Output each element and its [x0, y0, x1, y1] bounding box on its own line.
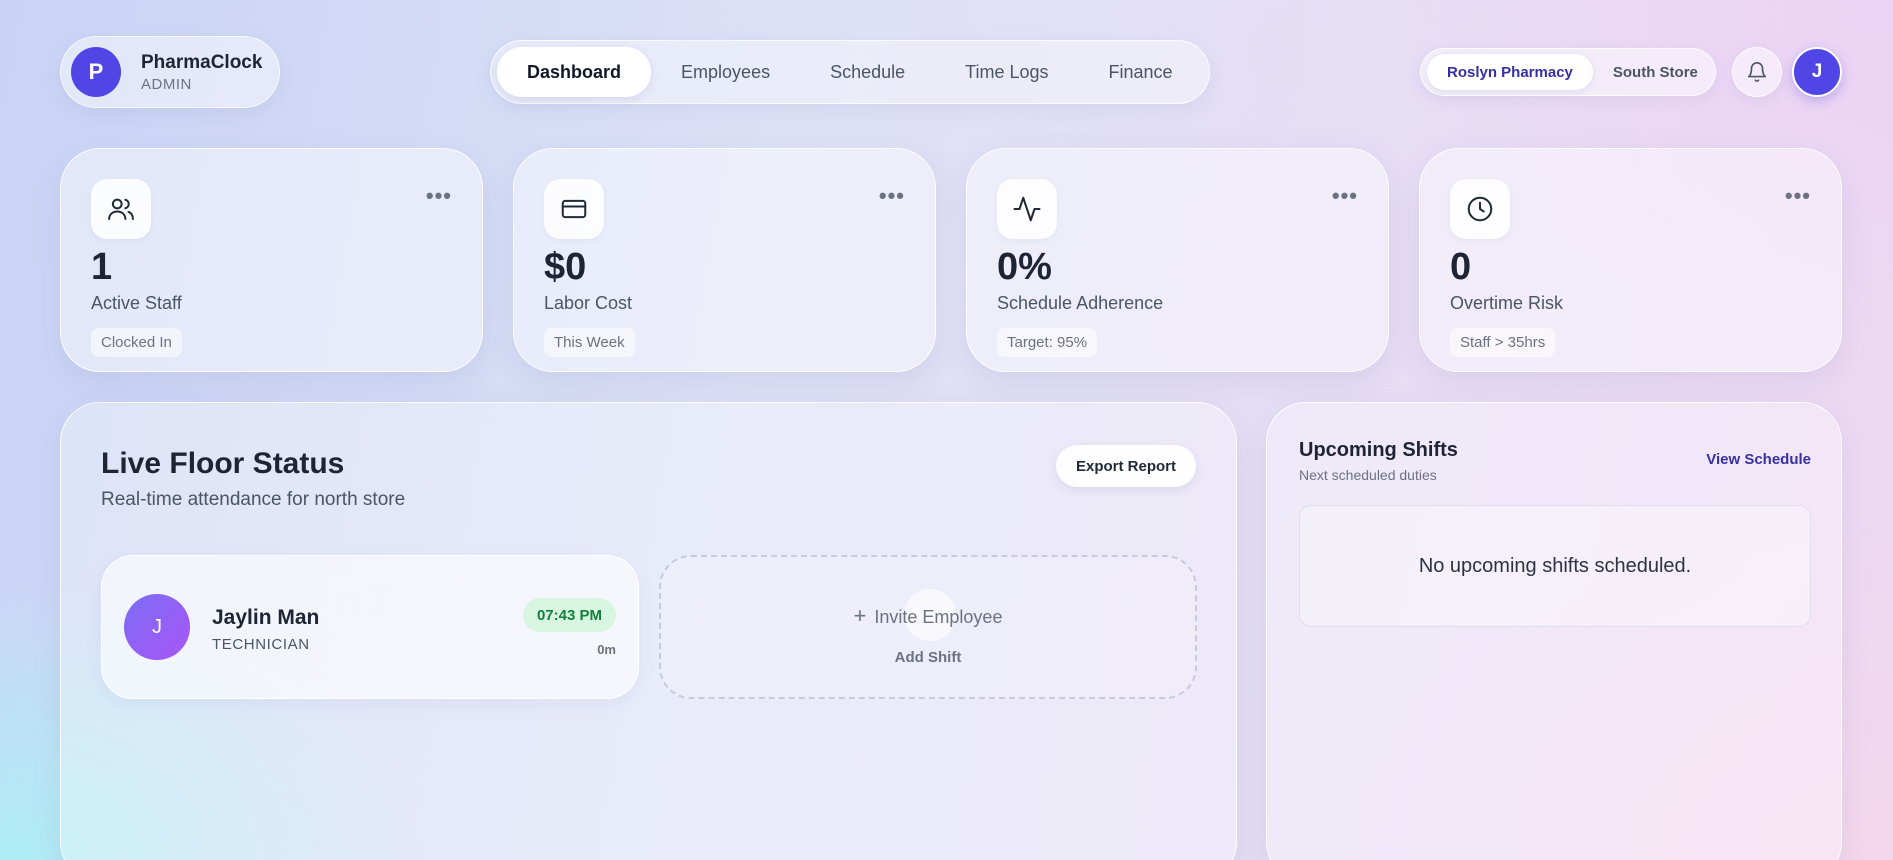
plus-icon: +: [853, 603, 867, 628]
more-options-icon[interactable]: •••: [879, 185, 905, 207]
nav-tab-finance[interactable]: Finance: [1079, 47, 1203, 97]
panel-title: Live Floor Status: [101, 447, 345, 480]
stat-card-labor-cost: ••• $0 Labor Cost This Week: [513, 148, 936, 372]
stat-value: $0: [544, 246, 587, 288]
view-schedule-link[interactable]: View Schedule: [1706, 451, 1811, 468]
stat-value: 0%: [997, 246, 1052, 288]
stat-card-overtime-risk: ••• 0 Overtime Risk Staff > 35hrs: [1419, 148, 1842, 372]
add-shift-label: Add Shift: [894, 649, 962, 666]
live-floor-panel: Live Floor Status Real-time attendance f…: [60, 402, 1237, 860]
invite-row: + Invite Employee: [661, 603, 1195, 629]
brand-text: PharmaClock ADMIN: [141, 52, 262, 93]
invite-label: Invite Employee: [874, 607, 1003, 627]
stat-icon-box: [544, 179, 604, 239]
employee-role: TECHNICIAN: [212, 636, 310, 653]
store-switcher: Roslyn Pharmacy South Store: [1420, 48, 1716, 96]
upcoming-shifts-panel: Upcoming Shifts Next scheduled duties Vi…: [1266, 402, 1842, 860]
nav-tab-schedule[interactable]: Schedule: [800, 47, 935, 97]
stat-label: Schedule Adherence: [997, 293, 1164, 313]
brand-logo: P: [71, 47, 121, 97]
stat-card-schedule-adherence: ••• 0% Schedule Adherence Target: 95%: [966, 148, 1389, 372]
stat-tag: Staff > 35hrs: [1450, 328, 1556, 357]
more-options-icon[interactable]: •••: [426, 185, 452, 207]
nav-tab-employees[interactable]: Employees: [651, 47, 800, 97]
credit-card-icon: [561, 199, 587, 219]
brand-role: ADMIN: [141, 75, 192, 93]
users-icon: [108, 198, 134, 220]
stat-value: 1: [91, 246, 113, 288]
invite-employee-card[interactable]: + Invite Employee Add Shift: [659, 555, 1197, 699]
employee-name: Jaylin Man: [212, 606, 320, 629]
bell-icon: [1747, 62, 1767, 82]
employee-card[interactable]: J Jaylin Man TECHNICIAN 07:43 PM 0m: [101, 555, 639, 699]
empty-shifts-message: No upcoming shifts scheduled.: [1299, 505, 1811, 627]
store-option-south[interactable]: South Store: [1593, 54, 1718, 90]
more-options-icon[interactable]: •••: [1332, 185, 1358, 207]
clock-in-time-badge: 07:43 PM: [522, 598, 616, 632]
stat-label: Labor Cost: [544, 293, 633, 313]
brand-badge[interactable]: P PharmaClock ADMIN: [60, 36, 280, 108]
employee-avatar: J: [124, 594, 190, 660]
stat-label: Active Staff: [91, 293, 182, 313]
notifications-button[interactable]: [1732, 47, 1782, 97]
clock-icon: [1467, 196, 1493, 222]
stat-tag: Clocked In: [91, 328, 182, 357]
export-report-button[interactable]: Export Report: [1055, 445, 1196, 487]
user-avatar[interactable]: J: [1792, 47, 1842, 97]
panel-subtitle: Real-time attendance for north store: [101, 489, 406, 510]
activity-icon: [1013, 196, 1041, 222]
stat-tag: Target: 95%: [997, 328, 1098, 357]
shift-duration: 0m: [597, 642, 616, 657]
store-option-roslyn[interactable]: Roslyn Pharmacy: [1427, 54, 1593, 90]
stat-icon-box: [1450, 179, 1510, 239]
stat-value: 0: [1450, 246, 1472, 288]
panel-title: Upcoming Shifts: [1299, 439, 1458, 461]
stat-icon-box: [91, 179, 151, 239]
panel-subtitle: Next scheduled duties: [1299, 467, 1437, 483]
more-options-icon[interactable]: •••: [1785, 185, 1811, 207]
stat-tag: This Week: [544, 328, 635, 357]
stat-card-active-staff: ••• 1 Active Staff Clocked In: [60, 148, 483, 372]
nav-tab-dashboard[interactable]: Dashboard: [497, 47, 652, 97]
nav-tab-time-logs[interactable]: Time Logs: [935, 47, 1078, 97]
stat-icon-box: [997, 179, 1057, 239]
stat-label: Overtime Risk: [1450, 293, 1564, 313]
brand-name: PharmaClock: [141, 51, 263, 73]
main-nav: Dashboard Employees Schedule Time Logs F…: [490, 40, 1210, 104]
